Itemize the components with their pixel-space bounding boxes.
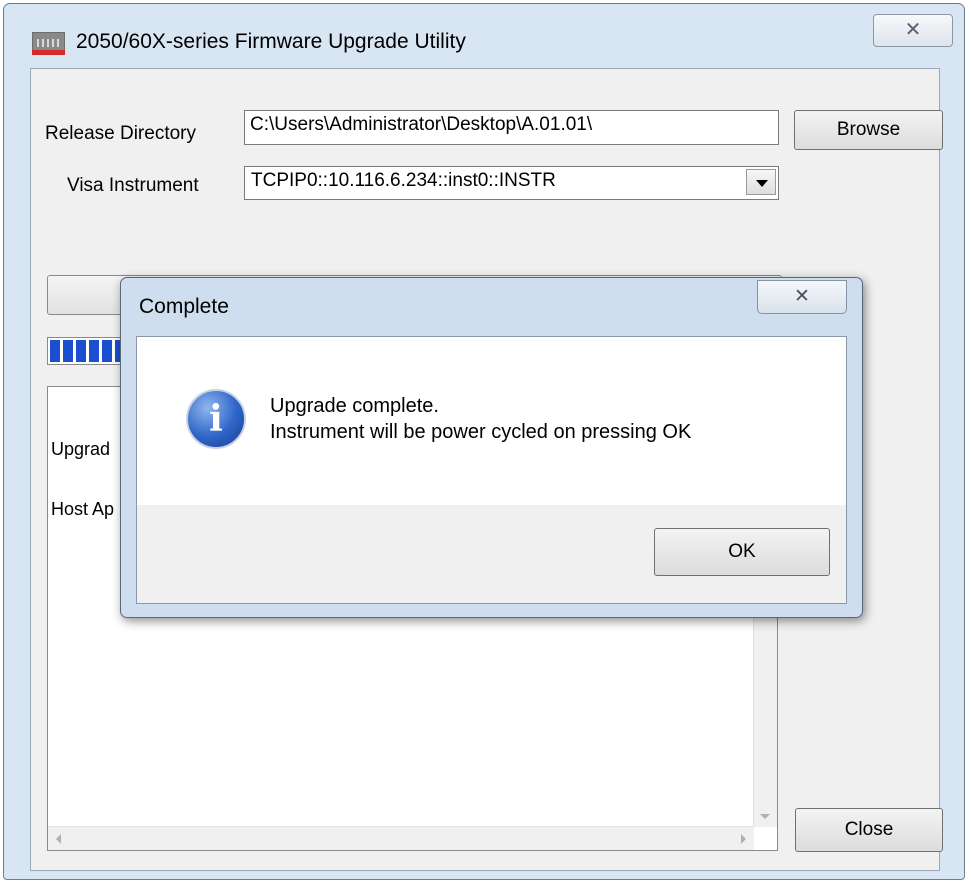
visa-instrument-dropdown[interactable]: TCPIP0::10.116.6.234::inst0::INSTR <box>244 166 779 200</box>
window-close-button[interactable]: ✕ <box>873 14 953 47</box>
message-line: Upgrade complete. <box>270 395 439 417</box>
dialog-message-area: i Upgrade complete. Instrument will be p… <box>137 337 846 505</box>
chevron-down-icon[interactable] <box>746 169 776 195</box>
close-icon: ✕ <box>904 19 922 41</box>
dialog-message: Upgrade complete. Instrument will be pow… <box>270 393 691 445</box>
log-lines: Upgrad Host Ap <box>51 399 114 559</box>
log-line: Host Ap <box>51 499 115 519</box>
complete-dialog: Complete ✕ i Upgrade complete. Instrumen… <box>120 277 863 618</box>
message-line: Instrument will be power cycled on press… <box>270 421 692 443</box>
close-button[interactable]: Close <box>795 808 943 852</box>
info-icon: i <box>186 389 246 449</box>
log-line: Upgrad <box>51 439 111 459</box>
release-directory-label: Release Directory <box>45 123 196 144</box>
browse-button[interactable]: Browse <box>794 110 943 150</box>
ok-button[interactable]: OK <box>654 528 830 576</box>
dialog-title: Complete <box>139 295 229 318</box>
horizontal-scrollbar[interactable] <box>48 826 754 850</box>
scroll-right-icon[interactable] <box>741 834 746 844</box>
scroll-down-icon[interactable] <box>760 814 770 819</box>
progress-fill <box>50 340 131 362</box>
title-bar[interactable]: 2050/60X-series Firmware Upgrade Utility… <box>4 4 964 66</box>
release-directory-field[interactable]: C:\Users\Administrator\Desktop\A.01.01\ <box>244 110 779 145</box>
dialog-close-button[interactable]: ✕ <box>757 280 847 314</box>
window-title: 2050/60X-series Firmware Upgrade Utility <box>76 30 466 53</box>
dialog-client: i Upgrade complete. Instrument will be p… <box>136 336 847 604</box>
visa-instrument-value: TCPIP0::10.116.6.234::inst0::INSTR <box>251 170 556 191</box>
visa-instrument-label: Visa Instrument <box>67 175 199 196</box>
scroll-left-icon[interactable] <box>56 834 61 844</box>
app-icon <box>32 32 65 55</box>
close-icon: ✕ <box>794 286 810 307</box>
